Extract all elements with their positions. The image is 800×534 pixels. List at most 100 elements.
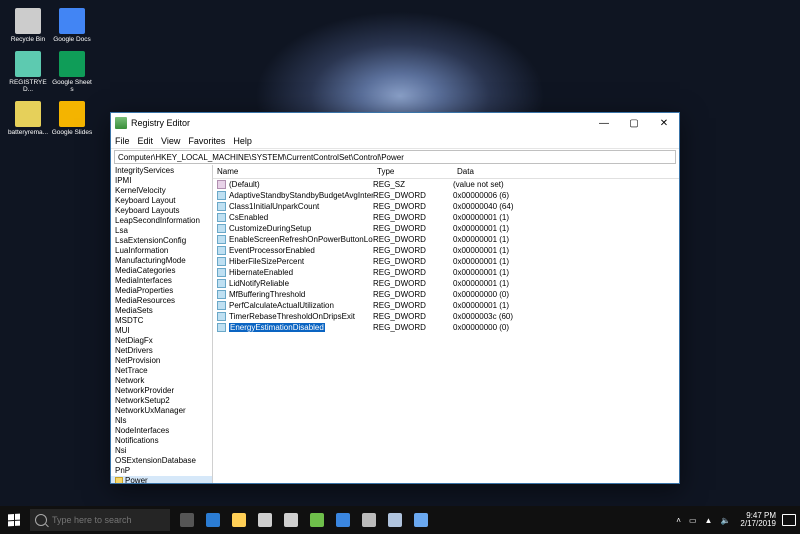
- value-list[interactable]: Name Type Data (Default)REG_SZ(value not…: [213, 165, 679, 483]
- desktop-icon-bat[interactable]: batteryrema...: [7, 101, 49, 136]
- tree-node[interactable]: NodeInterfaces: [111, 426, 212, 436]
- start-button[interactable]: [0, 506, 28, 534]
- taskbar-app-app-green[interactable]: [304, 506, 330, 534]
- col-name[interactable]: Name: [213, 167, 373, 176]
- tree-node[interactable]: NetworkSetup2: [111, 396, 212, 406]
- tree-node[interactable]: MediaSets: [111, 306, 212, 316]
- bat-icon: [15, 101, 41, 127]
- tree-node[interactable]: MediaInterfaces: [111, 276, 212, 286]
- tree-node[interactable]: Power: [111, 476, 212, 483]
- tree-node[interactable]: Keyboard Layouts: [111, 206, 212, 216]
- tree-node[interactable]: MediaProperties: [111, 286, 212, 296]
- value-name: CsEnabled: [229, 213, 268, 222]
- tree-node[interactable]: NetDrivers: [111, 346, 212, 356]
- tree-node[interactable]: NetTrace: [111, 366, 212, 376]
- menu-view[interactable]: View: [161, 136, 180, 146]
- value-row[interactable]: AdaptiveStandbyStandbyBudgetAvgInter...R…: [213, 190, 679, 201]
- value-row[interactable]: TimerRebaseThresholdOnDripsExitREG_DWORD…: [213, 311, 679, 322]
- tree-node[interactable]: Network: [111, 376, 212, 386]
- desktop-icon-gslide[interactable]: Google Slides: [51, 101, 93, 136]
- tree-node[interactable]: KernelVelocity: [111, 186, 212, 196]
- value-row[interactable]: LidNotifyReliableREG_DWORD0x00000001 (1): [213, 278, 679, 289]
- menu-edit[interactable]: Edit: [138, 136, 154, 146]
- taskbar-app-mail[interactable]: [278, 506, 304, 534]
- taskbar-app-steam[interactable]: [356, 506, 382, 534]
- value-row[interactable]: (Default)REG_SZ(value not set): [213, 179, 679, 190]
- registry-tree[interactable]: IntegrityServicesIPMIKernelVelocityKeybo…: [111, 165, 213, 483]
- action-center-icon[interactable]: [782, 514, 796, 526]
- value-row[interactable]: EventProcessorEnabledREG_DWORD0x00000001…: [213, 245, 679, 256]
- tree-node[interactable]: MUI: [111, 326, 212, 336]
- maximize-button[interactable]: ▢: [619, 113, 649, 133]
- desktop-icon-bin[interactable]: Recycle Bin: [7, 8, 49, 43]
- volume-icon[interactable]: 🔈: [720, 516, 730, 525]
- value-row[interactable]: CustomizeDuringSetupREG_DWORD0x00000001 …: [213, 223, 679, 234]
- tree-node[interactable]: NetDiagFx: [111, 336, 212, 346]
- value-row[interactable]: HibernateEnabledREG_DWORD0x00000001 (1): [213, 267, 679, 278]
- titlebar[interactable]: Registry Editor — ▢ ✕: [111, 113, 679, 133]
- tree-node[interactable]: MediaCategories: [111, 266, 212, 276]
- tree-node[interactable]: IPMI: [111, 176, 212, 186]
- taskbar-app-edge[interactable]: [200, 506, 226, 534]
- value-row[interactable]: HiberFileSizePercentREG_DWORD0x00000001 …: [213, 256, 679, 267]
- close-button[interactable]: ✕: [649, 113, 679, 133]
- tree-node[interactable]: Keyboard Layout: [111, 196, 212, 206]
- taskbar-app-app-blue[interactable]: [408, 506, 434, 534]
- string-icon: [217, 180, 226, 189]
- value-data: 0x00000001 (1): [453, 279, 679, 288]
- value-row[interactable]: CsEnabledREG_DWORD0x00000001 (1): [213, 212, 679, 223]
- col-data[interactable]: Data: [453, 167, 679, 176]
- tree-node[interactable]: Notifications: [111, 436, 212, 446]
- taskbar-clock[interactable]: 9:47 PM 2/17/2019: [740, 512, 776, 528]
- value-row[interactable]: PerfCalculateActualUtilizationREG_DWORD0…: [213, 300, 679, 311]
- tree-node[interactable]: NetworkProvider: [111, 386, 212, 396]
- taskbar-app-taskmgr[interactable]: [382, 506, 408, 534]
- tree-node[interactable]: PnP: [111, 466, 212, 476]
- value-data: 0x00000001 (1): [453, 268, 679, 277]
- col-type[interactable]: Type: [373, 167, 453, 176]
- tray-chevron-icon[interactable]: ˄: [676, 516, 681, 525]
- value-row[interactable]: EnergyEstimationDisabledREG_DWORD0x00000…: [213, 322, 679, 333]
- taskbar-app-task-view[interactable]: [174, 506, 200, 534]
- taskbar-app-store[interactable]: [252, 506, 278, 534]
- value-type: REG_DWORD: [373, 301, 453, 310]
- search-input[interactable]: [52, 515, 162, 525]
- column-headers[interactable]: Name Type Data: [213, 165, 679, 179]
- tree-node[interactable]: LeapSecondInformation: [111, 216, 212, 226]
- value-row[interactable]: Class1InitialUnparkCountREG_DWORD0x00000…: [213, 201, 679, 212]
- tree-node[interactable]: ManufacturingMode: [111, 256, 212, 266]
- value-data: 0x00000001 (1): [453, 235, 679, 244]
- value-type: REG_DWORD: [373, 213, 453, 222]
- tree-node[interactable]: MediaResources: [111, 296, 212, 306]
- value-row[interactable]: EnableScreenRefreshOnPowerButtonLon...RE…: [213, 234, 679, 245]
- minimize-button[interactable]: —: [589, 113, 619, 133]
- battery-icon[interactable]: ▭: [689, 516, 697, 525]
- tree-node[interactable]: LuaInformation: [111, 246, 212, 256]
- desktop-icon-gdoc[interactable]: Google Docs: [51, 8, 93, 43]
- value-name: HibernateEnabled: [229, 268, 293, 277]
- value-name: TimerRebaseThresholdOnDripsExit: [229, 312, 355, 321]
- menu-favorites[interactable]: Favorites: [188, 136, 225, 146]
- tree-node[interactable]: LsaExtensionConfig: [111, 236, 212, 246]
- tree-node[interactable]: NetworkUxManager: [111, 406, 212, 416]
- address-bar[interactable]: Computer\HKEY_LOCAL_MACHINE\SYSTEM\Curre…: [114, 150, 676, 164]
- tree-node[interactable]: IntegrityServices: [111, 166, 212, 176]
- value-row[interactable]: MfBufferingThresholdREG_DWORD0x00000000 …: [213, 289, 679, 300]
- network-icon[interactable]: ▲: [705, 516, 713, 525]
- tree-node[interactable]: NetProvision: [111, 356, 212, 366]
- taskbar-app-app-icons[interactable]: [330, 506, 356, 534]
- tree-node[interactable]: Nsi: [111, 446, 212, 456]
- value-data: 0x00000000 (0): [453, 323, 679, 332]
- menu-help[interactable]: Help: [233, 136, 252, 146]
- tree-node[interactable]: Lsa: [111, 226, 212, 236]
- taskbar-search[interactable]: [30, 509, 170, 531]
- tree-node[interactable]: OSExtensionDatabase: [111, 456, 212, 466]
- tree-node[interactable]: MSDTC: [111, 316, 212, 326]
- taskbar-app-file-explorer[interactable]: [226, 506, 252, 534]
- value-name: LidNotifyReliable: [229, 279, 289, 288]
- menu-file[interactable]: File: [115, 136, 130, 146]
- tree-node[interactable]: Nls: [111, 416, 212, 426]
- desktop-icon-reg[interactable]: REGISTRYED...: [7, 51, 49, 93]
- value-type: REG_SZ: [373, 180, 453, 189]
- desktop-icon-gsheet[interactable]: Google Sheets: [51, 51, 93, 93]
